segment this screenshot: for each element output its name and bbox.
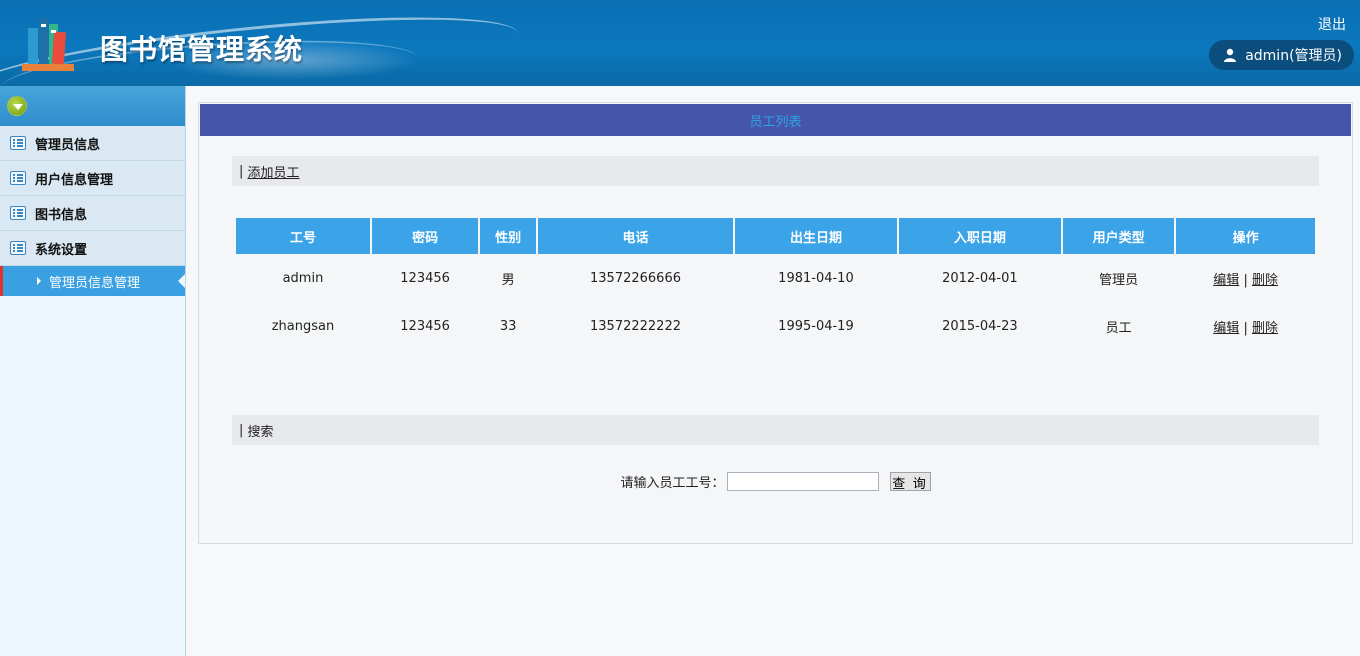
sidebar-top	[0, 86, 185, 126]
sidebar-item-label: 图书信息	[35, 207, 88, 223]
sidebar-item-label: 管理员信息	[35, 137, 101, 153]
sidebar-subitem-admin-management[interactable]: 管理员信息管理	[0, 266, 185, 296]
cell-actions: 编辑 | 删除	[1176, 254, 1315, 302]
column-header: 密码	[371, 218, 479, 254]
cell-phone: 13572222222	[590, 318, 681, 334]
employee-list-panel: 员工列表 | 添加员工 工号 密码 性别 电话 出生日期 入职日期 用户类型 操…	[198, 102, 1353, 544]
column-header: 电话	[538, 218, 733, 254]
user-badge[interactable]: admin(管理员)	[1209, 40, 1354, 70]
cell-birth-date: 1981-04-10	[778, 270, 854, 286]
active-indicator	[178, 274, 185, 288]
cell-user-type: 管理员	[1099, 272, 1139, 288]
sidebar: 管理员信息 用户信息管理 图书信息 系统设置 管理员信息管理	[0, 86, 186, 656]
books-logo-icon	[22, 18, 74, 71]
sidebar-item-admin-info[interactable]: 管理员信息	[0, 126, 185, 161]
cell-birth-date: 1995-04-19	[778, 318, 854, 334]
collapse-toggle-icon[interactable]	[7, 96, 27, 116]
search-bar-label: 搜索	[247, 424, 274, 440]
employee-table: 工号 密码 性别 电话 出生日期 入职日期 用户类型 操作 admin 1234…	[234, 218, 1317, 350]
list-icon	[10, 206, 26, 220]
cell-gender: 33	[499, 318, 517, 334]
cell-password: 123456	[400, 318, 450, 334]
column-header: 用户类型	[1062, 218, 1175, 254]
list-icon	[10, 171, 26, 185]
cell-password: 123456	[400, 270, 450, 286]
cell-id: admin	[282, 270, 324, 286]
column-header: 出生日期	[735, 218, 897, 254]
edit-link[interactable]: 编辑	[1213, 273, 1239, 288]
sidebar-item-book-info[interactable]: 图书信息	[0, 196, 185, 231]
cell-gender: 男	[501, 272, 515, 288]
user-name: admin(管理员)	[1245, 48, 1342, 64]
add-employee-bar: | 添加员工	[232, 156, 1319, 186]
sidebar-item-system-settings[interactable]: 系统设置	[0, 231, 185, 266]
cell-phone: 13572266666	[590, 270, 681, 286]
edit-link[interactable]: 编辑	[1213, 321, 1239, 336]
table-row: zhangsan 123456 33 13572222222 1995-04-1…	[236, 302, 1315, 350]
table-row: admin 123456 男 13572266666 1981-04-10 20…	[236, 254, 1315, 302]
sidebar-item-label: 用户信息管理	[35, 172, 114, 188]
query-button[interactable]: 查 询	[889, 472, 931, 491]
cell-actions: 编辑 | 删除	[1176, 302, 1315, 350]
table-header-row: 工号 密码 性别 电话 出生日期 入职日期 用户类型 操作	[236, 218, 1315, 254]
cell-hire-date: 2012-04-01	[942, 270, 1018, 286]
sidebar-subitem-label: 管理员信息管理	[49, 275, 141, 291]
delete-link[interactable]: 删除	[1252, 321, 1278, 336]
sidebar-item-user-management[interactable]: 用户信息管理	[0, 161, 185, 196]
panel-title: 员工列表	[200, 104, 1351, 136]
search-bar: | 搜索	[232, 415, 1319, 445]
delete-link[interactable]: 删除	[1252, 273, 1278, 288]
sidebar-item-label: 系统设置	[35, 242, 88, 258]
action-separator: |	[1243, 320, 1248, 336]
cell-hire-date: 2015-04-23	[942, 318, 1018, 334]
column-header: 性别	[480, 218, 537, 254]
user-icon	[1224, 48, 1237, 62]
employee-id-label: 请输入员工工号：	[620, 476, 725, 491]
add-employee-link[interactable]: 添加员工	[248, 162, 300, 181]
logout-link[interactable]: 退出	[1318, 14, 1346, 34]
list-icon	[10, 241, 26, 255]
column-header: 工号	[236, 218, 370, 254]
cell-user-type: 员工	[1105, 320, 1132, 336]
bar-separator: |	[239, 422, 244, 438]
top-header: 图书馆管理系统 退出 admin(管理员)	[0, 0, 1360, 86]
column-header: 操作	[1176, 218, 1315, 254]
employee-id-input[interactable]	[726, 472, 879, 491]
bar-separator: |	[239, 163, 244, 179]
app-title: 图书馆管理系统	[100, 33, 304, 66]
chevron-right-icon	[37, 277, 41, 285]
action-separator: |	[1243, 272, 1248, 288]
column-header: 入职日期	[898, 218, 1061, 254]
list-icon	[10, 136, 26, 150]
search-form: 请输入员工工号： 查 询	[199, 472, 1352, 491]
cell-id: zhangsan	[271, 318, 335, 334]
